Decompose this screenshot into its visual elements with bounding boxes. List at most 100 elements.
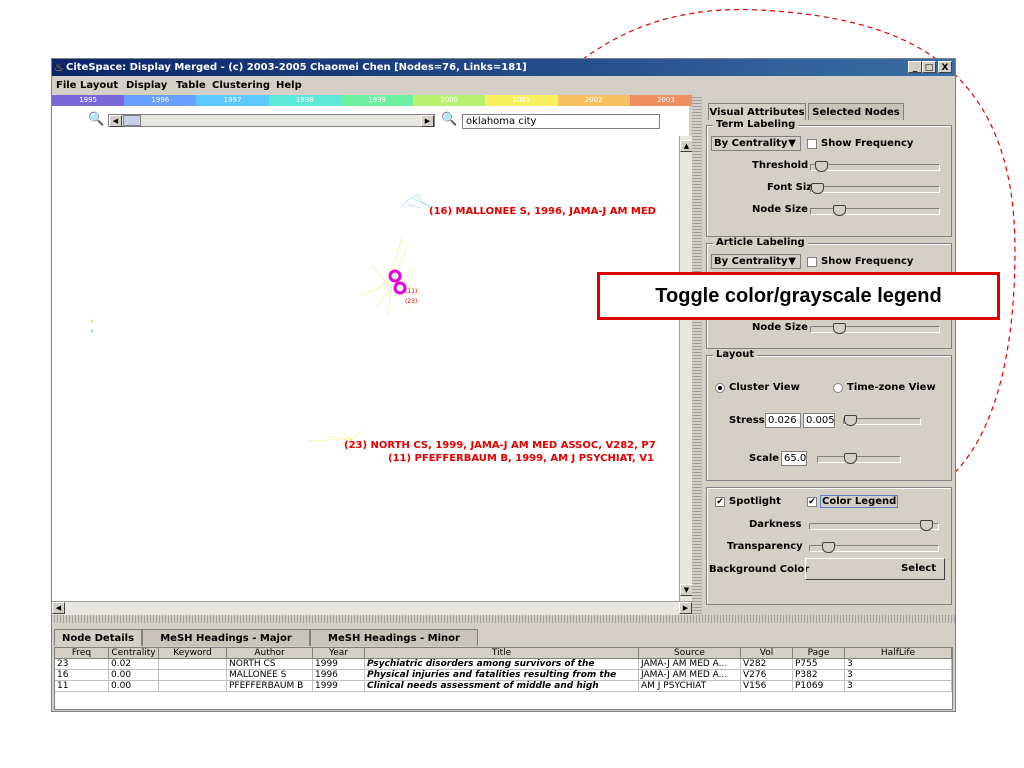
column-header[interactable]: Year — [313, 648, 365, 659]
cell-freq: 11 — [55, 681, 109, 692]
cell-vol: V282 — [741, 659, 793, 670]
network-canvas[interactable]: (16) MALLONEE S, 1996, JAMA-J AM MED (23… — [52, 136, 679, 601]
timeline-year: 1997 — [196, 95, 269, 106]
column-header[interactable]: Keyword — [159, 648, 227, 659]
zoom-scrollbar[interactable]: ◀ ▶ — [108, 114, 435, 127]
tab-node-details[interactable]: Node Details — [54, 629, 142, 646]
term-node-size-slider[interactable] — [810, 205, 940, 216]
font-size-slider[interactable] — [810, 183, 940, 194]
darkness-label: Darkness — [749, 519, 802, 530]
column-header[interactable]: Freq — [55, 648, 109, 659]
transparency-slider[interactable] — [809, 542, 939, 553]
slider-thumb[interactable] — [844, 453, 857, 464]
scroll-left-button[interactable]: ◀ — [109, 115, 122, 127]
zoom-scroll-thumb[interactable] — [123, 115, 141, 126]
dropdown-value: By Centrality — [714, 256, 788, 267]
scroll-left-button[interactable]: ◀ — [52, 602, 65, 614]
article-show-frequency-checkbox[interactable] — [807, 257, 817, 267]
zoom-out-icon[interactable]: 🔍 — [88, 112, 104, 128]
slider-thumb[interactable] — [815, 161, 828, 172]
layout-group: Layout Cluster View Time-zone View Stres… — [706, 349, 952, 481]
scroll-right-button[interactable]: ▶ — [679, 602, 692, 614]
year-color-timeline: 1995 1996 1997 1998 1999 2000 2001 2002 … — [52, 95, 702, 106]
cell-halflife: 3 — [845, 670, 952, 681]
menu-display[interactable]: Display — [126, 80, 167, 91]
cluster-view-radio[interactable] — [715, 383, 725, 393]
tab-selected-nodes[interactable]: Selected Nodes — [808, 103, 904, 120]
timezone-view-radio[interactable] — [833, 383, 843, 393]
isolated-node — [90, 329, 94, 333]
citespace-window: ♨ CiteSpace: Display Merged - (c) 2003-2… — [51, 58, 956, 712]
slider-thumb[interactable] — [833, 205, 846, 216]
stress-field-b[interactable]: 0.005 — [803, 413, 835, 428]
darkness-slider[interactable] — [809, 520, 939, 531]
term-node-size-label: Node Size — [752, 204, 808, 215]
menu-table[interactable]: Table — [176, 80, 206, 91]
column-header[interactable]: Vol — [741, 648, 793, 659]
scale-slider[interactable] — [817, 453, 901, 464]
group-title: Layout — [713, 349, 758, 360]
slider-thumb[interactable] — [833, 323, 846, 334]
timeline-year: 2001 — [485, 95, 558, 106]
column-header[interactable]: HalfLife — [845, 648, 952, 659]
chevron-down-icon: ▼ — [788, 138, 796, 149]
slider-thumb[interactable] — [920, 520, 933, 531]
highlighted-node — [393, 281, 407, 295]
node-label-pfefferbaum: (11) PFEFFERBAUM B, 1999, AM J PSYCHIAT,… — [388, 453, 654, 464]
term-show-frequency-checkbox[interactable] — [807, 139, 817, 149]
radio-dot — [718, 386, 722, 390]
term-labeling-mode-dropdown[interactable]: By Centrality ▼ — [711, 136, 801, 151]
zoom-toolbar: 🔍 ◀ ▶ 🔍 — [52, 106, 689, 136]
node-details-table: Freq Centrality Keyword Author Year Titl… — [54, 647, 953, 710]
maximize-button[interactable]: □ — [922, 61, 936, 73]
cell-author: MALLONEE S — [227, 670, 313, 681]
cell-keyword — [159, 681, 227, 692]
canvas-horizontal-scrollbar[interactable]: ◀ ▶ — [52, 601, 692, 615]
article-labeling-mode-dropdown[interactable]: By Centrality ▼ — [711, 254, 801, 269]
cell-title: Physical injuries and fatalities resulti… — [365, 670, 639, 681]
column-header[interactable]: Source — [639, 648, 741, 659]
cell-year: 1999 — [313, 659, 365, 670]
cell-source: JAMA-J AM MED A... — [639, 659, 741, 670]
article-node-size-slider[interactable] — [810, 323, 940, 334]
canvas-vertical-scrollbar[interactable]: ▲ ▼ — [679, 136, 693, 601]
scale-field[interactable]: 65.0 — [781, 451, 807, 466]
close-button[interactable]: X — [938, 61, 952, 73]
slider-thumb[interactable] — [844, 415, 857, 426]
menu-help[interactable]: Help — [276, 80, 302, 91]
chevron-down-icon: ▼ — [788, 256, 796, 267]
callout-box: Toggle color/grayscale legend — [597, 272, 1000, 320]
slider-thumb[interactable] — [811, 183, 824, 194]
cell-author: PFEFFERBAUM B — [227, 681, 313, 692]
splitter-vertical[interactable] — [692, 95, 702, 615]
menu-layout[interactable]: Layout — [80, 80, 118, 91]
menu-file[interactable]: File — [56, 80, 76, 91]
tab-visual-attributes[interactable]: Visual Attributes — [708, 103, 806, 120]
search-input[interactable] — [462, 114, 660, 129]
scroll-right-button[interactable]: ▶ — [421, 115, 434, 127]
term-show-frequency-label: Show Frequency — [821, 138, 914, 149]
column-header[interactable]: Author — [227, 648, 313, 659]
stress-slider[interactable] — [843, 415, 921, 426]
stress-field-a[interactable]: 0.026 — [765, 413, 801, 428]
color-legend-checkbox[interactable]: ✔ — [807, 497, 817, 507]
tab-mesh-major[interactable]: MeSH Headings - Major Topics — [142, 629, 310, 661]
node-small-label: (23) — [405, 298, 418, 305]
threshold-slider[interactable] — [810, 161, 940, 172]
zoom-in-icon[interactable]: 🔍 — [441, 112, 457, 128]
minimize-button[interactable]: _ — [908, 61, 922, 73]
column-header[interactable]: Page — [793, 648, 845, 659]
tab-mesh-minor[interactable]: MeSH Headings - Minor Topics — [310, 629, 478, 661]
cluster-view-label: Cluster View — [729, 382, 800, 393]
column-header[interactable]: Centrality — [109, 648, 159, 659]
node-label-mallonee: (16) MALLONEE S, 1996, JAMA-J AM MED — [429, 206, 656, 217]
menu-clustering[interactable]: Clustering — [212, 80, 270, 91]
column-header[interactable]: Title — [365, 648, 639, 659]
spotlight-checkbox[interactable]: ✔ — [715, 497, 725, 507]
select-color-button[interactable]: Select — [805, 558, 945, 580]
cell-page: P382 — [793, 670, 845, 681]
window-title: CiteSpace: Display Merged - (c) 2003-200… — [66, 62, 527, 73]
term-labeling-group: Term Labeling By Centrality ▼ Show Frequ… — [706, 119, 952, 237]
timeline-year: 1995 — [52, 95, 125, 106]
slider-thumb[interactable] — [822, 542, 835, 553]
